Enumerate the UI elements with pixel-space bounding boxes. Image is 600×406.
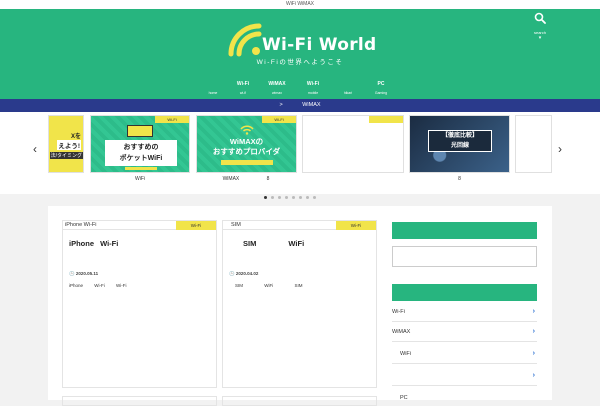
slide-category-tag: Wi-Fi bbox=[155, 116, 189, 123]
nav-sublabel: mobile bbox=[307, 91, 319, 95]
slide-headline: WiMAXの bbox=[229, 137, 264, 146]
slider-dot[interactable] bbox=[285, 196, 288, 199]
article-date: 🕒 2020.04.02 bbox=[229, 271, 376, 277]
article-excerpt: iPhone Wi-Fi Wi-Fi bbox=[69, 283, 127, 288]
slide-card[interactable]: Wi-Fi WiMAXの おすすめプロバイダ bbox=[196, 115, 297, 173]
sidebar-item-blank[interactable]: › bbox=[392, 366, 537, 386]
article-date: 🕒 2020.05.11 bbox=[69, 271, 216, 277]
article-category-tag[interactable]: Wi-Fi bbox=[336, 221, 376, 230]
slide-card[interactable]: Xを えよう! 法/タイミング bbox=[48, 115, 84, 173]
slide-caption: WiMAX 8 bbox=[222, 176, 270, 182]
clock-icon: 🕒 bbox=[69, 271, 75, 276]
slide-text: Xを bbox=[70, 134, 81, 140]
wifi-logo-icon bbox=[228, 23, 262, 57]
slide-card[interactable] bbox=[302, 115, 404, 173]
article-date-text: 2020.04.02 bbox=[235, 271, 259, 276]
slide-caption: WiFi bbox=[135, 176, 145, 182]
article-category: iPhone Wi-Fi bbox=[65, 222, 97, 228]
slide-underline bbox=[125, 167, 157, 170]
slide-card[interactable]: Wi-Fi おすすめの ポケットWiFi bbox=[90, 115, 190, 173]
slide-text: えよう! bbox=[57, 140, 81, 150]
article-excerpt: SIM WiFi SIM bbox=[235, 283, 303, 288]
site-tagline: Wi-Fiの世界へようこそ bbox=[256, 59, 344, 66]
slide-headline: おすすめプロバイダ bbox=[212, 147, 281, 156]
chevron-right-icon: › bbox=[532, 372, 535, 379]
chevron-right-icon: › bbox=[532, 328, 535, 335]
slider-dot[interactable] bbox=[278, 196, 281, 199]
chevron-right-icon: › bbox=[532, 350, 535, 357]
sidebar-search-input[interactable] bbox=[392, 246, 537, 267]
slide-category-tag: Wi-Fi bbox=[262, 116, 296, 123]
article-card[interactable]: SIM Wi-Fi SIM WiFi 🕒 2020.04.02 SIM WiFi… bbox=[222, 220, 377, 388]
slide-headline: 【徹底比較】 bbox=[441, 133, 478, 139]
nav-item-pc[interactable]: PC Gaming bbox=[361, 81, 401, 95]
article-card-header: SIM Wi-Fi bbox=[223, 221, 376, 230]
breadcrumb-separator: > bbox=[279, 102, 283, 108]
chevron-down-icon: ▾ bbox=[538, 35, 542, 41]
slide-headline: 光回線 bbox=[450, 143, 469, 149]
breadcrumb-current[interactable]: WiMAX bbox=[302, 102, 320, 108]
sidebar-item-wifi[interactable]: Wi-Fi › bbox=[392, 302, 537, 322]
article-card[interactable] bbox=[222, 396, 377, 406]
slider-pagination bbox=[264, 186, 320, 199]
slider-dot[interactable] bbox=[313, 196, 316, 199]
search-button[interactable]: search ▾ bbox=[528, 11, 552, 43]
slider-dot[interactable] bbox=[306, 196, 309, 199]
sidebar-item-wimax[interactable]: WiMAX › bbox=[392, 322, 537, 342]
slider-dot[interactable] bbox=[292, 196, 295, 199]
top-bar: WiFi WiMAX bbox=[0, 0, 600, 9]
slide-underline bbox=[221, 160, 273, 165]
article-title[interactable]: SIM WiFi bbox=[243, 239, 376, 248]
sidebar-item-label: WiMAX bbox=[392, 329, 411, 335]
breadcrumb: > WiMAX bbox=[0, 99, 600, 112]
global-nav: home Wi-Fi wi-fi WiMAX wimax Wi-Fi mobil… bbox=[0, 81, 600, 99]
slide-headline: ポケットWiFi bbox=[119, 155, 163, 162]
article-card[interactable]: iPhone Wi-Fi Wi-Fi iPhone Wi-Fi 🕒 2020.0… bbox=[62, 220, 217, 388]
logo-text: Wi-Fi World bbox=[262, 35, 377, 55]
sidebar-item-pc[interactable]: PC bbox=[392, 388, 537, 400]
slide-card[interactable]: 【徹底比較】 光回線 bbox=[409, 115, 510, 173]
article-category: SIM bbox=[231, 222, 241, 228]
nav-sublabel: Gaming bbox=[374, 91, 388, 95]
slider-dot[interactable] bbox=[264, 196, 267, 199]
article-card[interactable] bbox=[62, 396, 217, 406]
slide-text: 法/タイミング bbox=[49, 152, 83, 159]
slide-headline: おすすめの bbox=[123, 144, 159, 151]
slider-dot[interactable] bbox=[299, 196, 302, 199]
sidebar-item-label: PC bbox=[400, 395, 408, 400]
nav-item-wimax[interactable]: WiMAX wimax bbox=[257, 81, 297, 95]
nav-sublabel: wimax bbox=[272, 91, 282, 95]
featured-slider: ‹ › Xを えよう! 法/タイミング Wi-Fi おすすめの ポケットWiFi… bbox=[0, 112, 600, 199]
chevron-right-icon: › bbox=[532, 308, 535, 315]
search-icon bbox=[534, 12, 546, 24]
sidebar-item-wifi-sub[interactable]: WiFi › bbox=[392, 344, 537, 364]
nav-label: PC bbox=[377, 81, 385, 87]
slide-card[interactable] bbox=[515, 115, 552, 173]
sidebar-item-label: Wi-Fi bbox=[392, 309, 405, 315]
pocket-wifi-icon bbox=[127, 125, 153, 137]
wifi-icon bbox=[240, 125, 254, 135]
site-header: Wi-Fi World Wi-Fiの世界へようこそ search ▾ home … bbox=[0, 9, 600, 99]
clock-icon: 🕒 bbox=[229, 271, 235, 276]
article-card-header: iPhone Wi-Fi Wi-Fi bbox=[63, 221, 216, 230]
nav-item-mobile[interactable]: Wi-Fi mobile bbox=[293, 81, 333, 95]
nav-label: Wi-Fi bbox=[306, 81, 320, 87]
article-date-text: 2020.05.11 bbox=[75, 271, 99, 276]
sidebar-item-label: WiFi bbox=[400, 351, 411, 357]
sidebar-widget-header bbox=[392, 222, 537, 239]
article-title[interactable]: iPhone Wi-Fi bbox=[69, 239, 216, 248]
nav-label: WiMAX bbox=[268, 81, 286, 87]
sidebar-widget-header bbox=[392, 284, 537, 301]
main-content: iPhone Wi-Fi Wi-Fi iPhone Wi-Fi 🕒 2020.0… bbox=[48, 206, 552, 406]
slider-next-arrow-icon[interactable]: › bbox=[558, 142, 562, 156]
slider-prev-arrow-icon[interactable]: ‹ bbox=[33, 142, 37, 156]
slide-caption: 8 bbox=[458, 176, 461, 182]
slider-dot[interactable] bbox=[271, 196, 274, 199]
slide-category-tag bbox=[369, 116, 403, 123]
article-category-tag[interactable]: Wi-Fi bbox=[176, 221, 216, 230]
